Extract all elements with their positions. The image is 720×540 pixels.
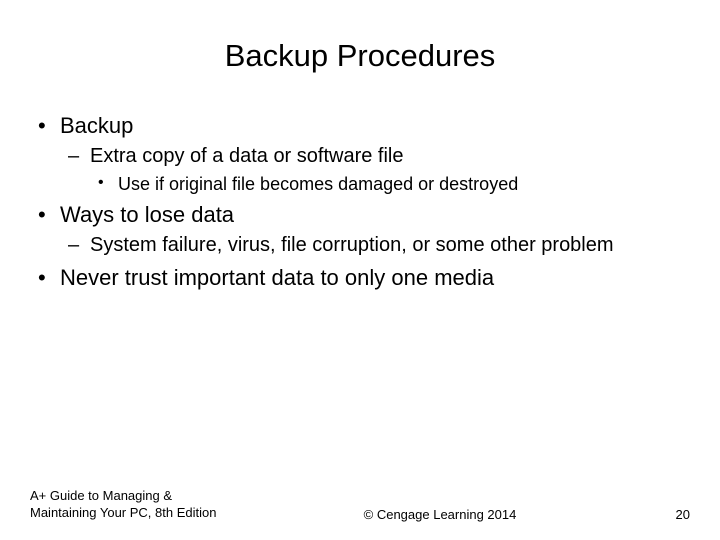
bullet-text: Never trust important data to only one m… — [60, 265, 494, 290]
bullet-ways-to-lose: Ways to lose data System failure, virus,… — [30, 201, 690, 258]
slide-title: Backup Procedures — [0, 0, 720, 84]
footer-book-title: A+ Guide to Managing & Maintaining Your … — [30, 488, 230, 522]
bullet-never-trust: Never trust important data to only one m… — [30, 264, 690, 292]
subsublist: Use if original file becomes damaged or … — [90, 173, 690, 196]
slide-body: Backup Extra copy of a data or software … — [0, 84, 720, 291]
page-number: 20 — [650, 507, 690, 522]
bullet-text: Extra copy of a data or software file — [90, 145, 404, 167]
slide: Backup Procedures Backup Extra copy of a… — [0, 0, 720, 540]
bullet-list: Backup Extra copy of a data or software … — [30, 112, 690, 291]
sublist: System failure, virus, file corruption, … — [60, 233, 690, 258]
bullet-system-failure: System failure, virus, file corruption, … — [60, 233, 690, 258]
footer: A+ Guide to Managing & Maintaining Your … — [0, 488, 720, 522]
sublist: Extra copy of a data or software file Us… — [60, 144, 690, 196]
bullet-backup: Backup Extra copy of a data or software … — [30, 112, 690, 195]
bullet-text: System failure, virus, file corruption, … — [90, 234, 614, 256]
bullet-extra-copy: Extra copy of a data or software file Us… — [60, 144, 690, 196]
footer-copyright: © Cengage Learning 2014 — [230, 507, 650, 522]
bullet-text: Ways to lose data — [60, 202, 234, 227]
bullet-text: Use if original file becomes damaged or … — [118, 174, 518, 194]
bullet-text: Backup — [60, 113, 133, 138]
bullet-use-if: Use if original file becomes damaged or … — [90, 173, 690, 196]
